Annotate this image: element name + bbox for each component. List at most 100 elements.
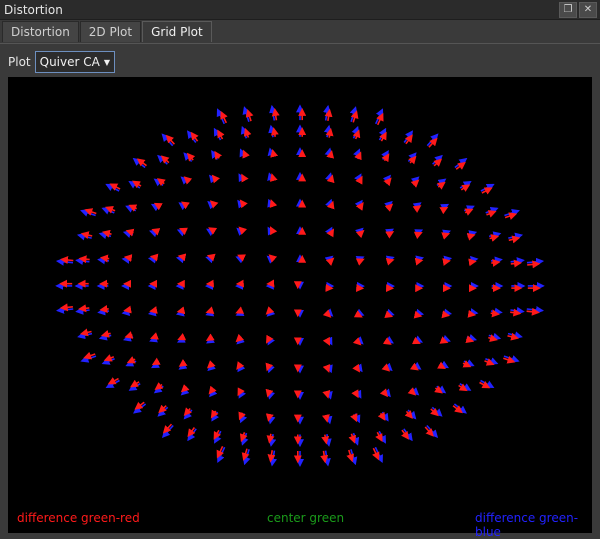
quiver-arrow-blue (508, 232, 524, 241)
quiver-arrow-red (355, 258, 365, 266)
window-titlebar: Distortion ❐ ✕ (0, 0, 600, 20)
quiver-arrow-blue (97, 307, 110, 316)
quiver-arrow-red (527, 260, 541, 269)
quiver-arrow-red (321, 414, 330, 423)
quiver-arrow-red (270, 127, 279, 137)
quiver-arrow-red (268, 254, 278, 263)
quiver-arrow-blue (355, 308, 365, 316)
quiver-arrow-blue (324, 255, 334, 264)
quiver-arrow-blue (205, 308, 215, 317)
quiver-arrow-red (269, 226, 278, 236)
tab-2d-plot[interactable]: 2D Plot (79, 21, 142, 42)
quiver-arrow-blue (325, 172, 333, 182)
float-icon[interactable]: ❐ (559, 1, 577, 18)
quiver-arrow-blue (325, 364, 333, 374)
quiver-arrow-red (490, 309, 500, 318)
tab-bar: Distortion 2D Plot Grid Plot (2, 21, 213, 43)
quiver-arrow-red (99, 305, 109, 313)
quiver-arrow-blue (442, 229, 452, 238)
quiver-arrow-red (267, 450, 276, 463)
quiver-arrow-red (101, 229, 112, 238)
quiver-arrow-red (324, 108, 333, 122)
quiver-arrow-blue (98, 332, 112, 341)
quiver-arrow-red (265, 362, 274, 372)
quiver-arrow-red (271, 108, 280, 121)
quiver-arrow-blue (322, 450, 331, 467)
quiver-arrow-blue (175, 255, 185, 264)
quiver-arrow-red (322, 336, 331, 346)
quiver-arrow-red (269, 199, 278, 208)
quiver-arrow-blue (55, 257, 74, 266)
quiver-arrow-red (411, 336, 421, 345)
quiver-arrow-red (270, 148, 279, 158)
quiver-arrow-blue (122, 333, 134, 342)
quiver-arrow-blue (267, 414, 276, 425)
window-title: Distortion (4, 2, 63, 17)
quiver-arrow-blue (75, 257, 90, 266)
quiver-arrow-red (326, 149, 335, 159)
quiver-arrow-blue (269, 104, 277, 121)
quiver-arrow-red (413, 231, 423, 240)
quiver-arrow-blue (267, 198, 275, 208)
quiver-arrow-blue (488, 231, 502, 240)
quiver-arrow-red (322, 364, 331, 373)
quiver-arrow-red (208, 227, 218, 235)
quiver-arrow-red (326, 200, 335, 210)
quiver-arrow-red (353, 310, 363, 318)
quiver-arrow-red (439, 336, 449, 344)
quiver-arrow-red (413, 310, 423, 319)
legend-blue: difference green-blue (475, 511, 579, 539)
quiver-arrow-red (99, 254, 110, 263)
quiver-arrow-blue (443, 255, 453, 264)
quiver-arrow-blue (205, 255, 215, 264)
quiver-arrow-blue (324, 147, 333, 158)
plot-type-select[interactable]: Quiver CA ▼ (34, 51, 115, 73)
quiver-arrow-red (239, 199, 248, 209)
quiver-arrow-red (467, 309, 477, 318)
quiver-arrow-red (265, 388, 274, 398)
tab-distortion[interactable]: Distortion (2, 21, 79, 42)
quiver-arrow-red (177, 253, 187, 262)
quiver-arrow-red (149, 306, 158, 314)
quiver-arrow-red (205, 306, 215, 314)
quiver-arrow-blue (236, 336, 245, 345)
quiver-arrow-red (123, 305, 132, 314)
quiver-arrow-red (60, 256, 74, 264)
quiver-arrow-red (326, 228, 335, 238)
tab-divider (0, 43, 600, 44)
tab-grid-plot[interactable]: Grid Plot (142, 21, 212, 42)
quiver-arrow-blue (206, 335, 215, 344)
plot-type-value: Quiver CA (39, 55, 100, 69)
quiver-arrow-blue (324, 390, 333, 400)
quiver-plot[interactable]: difference green-red center green differ… (8, 77, 592, 539)
quiver-arrow-blue (56, 305, 74, 314)
quiver-arrow-blue (267, 390, 276, 400)
quiver-arrow-blue (468, 255, 479, 264)
quiver-arrow-blue (355, 227, 364, 236)
quiver-arrow-blue (385, 308, 395, 317)
quiver-arrow-red (238, 226, 247, 235)
quiver-arrow-red (205, 333, 215, 342)
quiver-arrow-red (491, 258, 501, 267)
quiver-arrow-red (325, 127, 334, 138)
quiver-arrow-blue (175, 308, 185, 317)
quiver-arrow-red (123, 254, 133, 262)
quiver-arrow-blue (266, 308, 276, 317)
quiver-arrow-blue (355, 256, 365, 264)
quiver-arrow-red (320, 450, 329, 464)
quiver-arrow-red (384, 310, 394, 319)
quiver-arrow-red (352, 363, 361, 373)
quiver-arrow-red (235, 306, 245, 314)
close-icon[interactable]: ✕ (579, 1, 597, 18)
quiver-arrow-red (151, 228, 161, 236)
quiver-arrow-red (78, 304, 90, 313)
quiver-arrow-red (322, 389, 331, 399)
quiver-arrow-blue (323, 124, 332, 138)
quiver-arrow-blue (267, 336, 275, 346)
quiver-arrow-blue (268, 124, 277, 138)
plot-label: Plot (8, 55, 31, 69)
quiver-arrow-blue (147, 255, 157, 264)
quiver-arrow-blue (268, 434, 277, 447)
quiver-arrow-blue (97, 256, 110, 265)
quiver-arrow-red (510, 308, 522, 317)
